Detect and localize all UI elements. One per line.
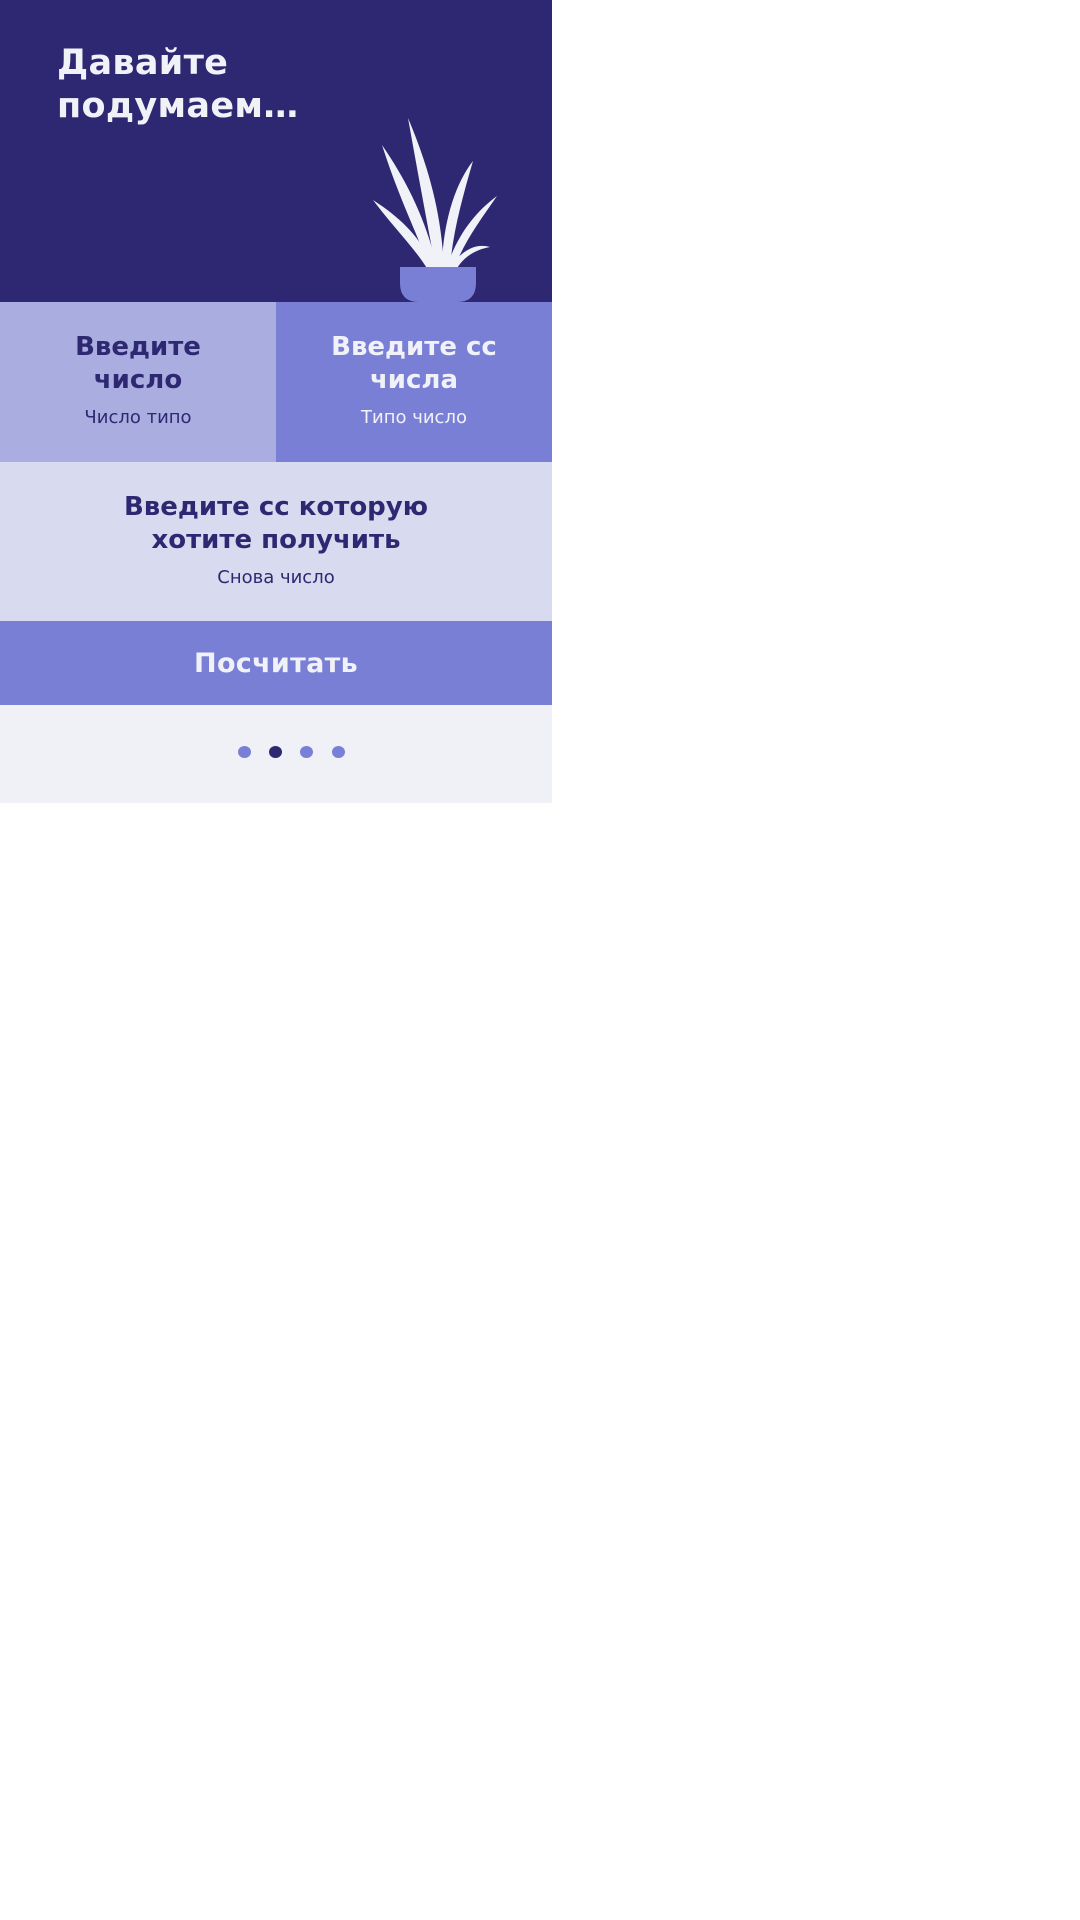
- number-input-label: Введите число: [75, 332, 201, 395]
- target-base-input-placeholder: Снова число: [217, 567, 335, 588]
- target-base-input[interactable]: Введите сс которую хотите получить Снова…: [0, 462, 552, 621]
- header-banner: Давайте подумаем…: [0, 0, 552, 302]
- source-base-input-placeholder: Типо число: [361, 407, 467, 428]
- page-dot-4[interactable]: [332, 746, 345, 758]
- source-base-input-label: Введите сс числа: [331, 332, 497, 395]
- base-inputs-row: Введите число Число типо Введите сс числ…: [0, 302, 552, 462]
- flower-pot: [400, 267, 476, 302]
- page-dot-1[interactable]: [238, 746, 251, 758]
- plant-leaves: [373, 118, 497, 270]
- source-base-input[interactable]: Введите сс числа Типо число: [276, 302, 552, 462]
- number-input-placeholder: Число типо: [84, 407, 192, 428]
- page-dot-3[interactable]: [300, 746, 313, 758]
- page-indicator: [0, 705, 552, 803]
- app-screen: Давайте подумаем… Введите число Число ти…: [0, 0, 552, 803]
- calculate-button[interactable]: Посчитать: [0, 621, 552, 705]
- potted-plant-illustration: [373, 118, 497, 302]
- page-title: Давайте подумаем…: [57, 43, 299, 126]
- target-base-input-label: Введите сс которую хотите получить: [123, 492, 429, 555]
- page-dot-2-active[interactable]: [269, 746, 282, 758]
- number-input[interactable]: Введите число Число типо: [0, 302, 276, 462]
